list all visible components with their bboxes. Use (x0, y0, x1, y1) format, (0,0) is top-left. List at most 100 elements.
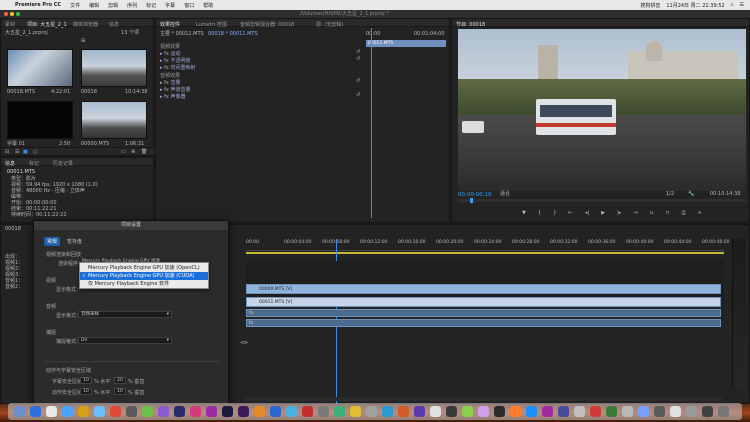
dock-app-icon[interactable] (510, 406, 521, 417)
tab-source[interactable]: 源: (无剪辑) (316, 21, 343, 28)
extract-icon[interactable]: ⊓ (666, 211, 670, 219)
app-menu[interactable]: Premiere Pro CC (15, 2, 61, 8)
thumbnail-00018[interactable] (81, 49, 147, 87)
fx-motion[interactable]: ▸ fx 运动 (160, 50, 180, 57)
dock-app-icon[interactable] (478, 406, 489, 417)
dock-app-icon[interactable] (238, 406, 249, 417)
new-bin-icon[interactable]: ▭ (121, 150, 126, 155)
settings-icon[interactable]: 🔧 (688, 192, 694, 197)
export-frame-icon[interactable]: ⎙ (682, 211, 686, 219)
capture-format-select[interactable]: DV ▾ (78, 337, 172, 344)
dock-app-icon[interactable] (590, 406, 601, 417)
dock-app-icon[interactable] (430, 406, 441, 417)
list-view-icon[interactable]: ☰ (15, 150, 19, 155)
menu-window[interactable]: 窗口 (184, 2, 194, 9)
reset-icon[interactable]: ↺ (356, 79, 360, 84)
audio-clip-a2[interactable]: fx (246, 319, 721, 327)
action-safe-v-input[interactable]: 10 (114, 388, 126, 395)
lock-icon[interactable]: ⊟ (5, 150, 9, 155)
lift-icon[interactable]: ⊔ (650, 211, 654, 219)
dock-app-icon[interactable] (350, 406, 361, 417)
fx-opacity[interactable]: ▸ fx 不透明度 (160, 57, 190, 64)
dock-app-icon[interactable] (638, 406, 649, 417)
dock-app-icon[interactable] (446, 406, 457, 417)
menu-sequence[interactable]: 序列 (127, 2, 137, 9)
go-to-out-icon[interactable]: ⇥ (633, 211, 637, 219)
master-clip-selector[interactable]: 主要 * 00011.MTS (160, 32, 204, 37)
dock-app-icon[interactable] (78, 406, 89, 417)
reset-icon[interactable]: ↺ (356, 93, 360, 98)
dock-app-icon[interactable] (654, 406, 665, 417)
audio-clip-a1[interactable]: fx (246, 309, 721, 317)
dock-app-icon[interactable] (190, 406, 201, 417)
search-icon[interactable]: ⌕ (731, 2, 734, 8)
bin-filter-icon[interactable]: ⊞ (81, 39, 85, 44)
menu-marker[interactable]: 标记 (146, 2, 156, 9)
dock-app-icon[interactable] (606, 406, 617, 417)
timeline-scrollbar[interactable] (244, 397, 722, 401)
tab-markers[interactable]: 标记 (29, 160, 39, 167)
audio-display-format-select[interactable]: 音频采样 ▾ (78, 311, 172, 318)
tab-lumetri-scopes[interactable]: Lumetri 范围 (196, 21, 227, 28)
dock-app-icon[interactable] (622, 406, 633, 417)
step-forward-icon[interactable]: |▸ (617, 211, 621, 219)
dock-app-icon[interactable] (206, 406, 217, 417)
menu-clip[interactable]: 剪辑 (108, 2, 118, 9)
new-item-icon[interactable]: ⊕ (131, 150, 135, 155)
dock-app-icon[interactable] (110, 406, 121, 417)
dock-app-icon[interactable] (398, 406, 409, 417)
tab-info[interactable]: 信息 (5, 160, 15, 167)
dock-app-icon[interactable] (270, 406, 281, 417)
mark-in-bracket-icon[interactable]: { (538, 211, 541, 219)
add-button-icon[interactable]: + (698, 211, 702, 219)
minimize-window-button[interactable] (10, 12, 14, 16)
dock-app-icon[interactable] (542, 406, 553, 417)
tab-media-browser[interactable]: 媒体浏览器 (73, 21, 98, 28)
tab-project[interactable]: 项目: 大五星_2_1 (27, 21, 67, 28)
dock-app-icon[interactable] (494, 406, 505, 417)
dock-app-icon[interactable] (254, 406, 265, 417)
dock-app-icon[interactable] (158, 406, 169, 417)
dock-app-icon[interactable] (30, 406, 41, 417)
timeline-clip-00000[interactable]: 00000.MTS [V] (246, 284, 721, 294)
menu-file[interactable]: 文件 (70, 2, 80, 9)
renderer-option-cuda[interactable]: ✓ Mercury Playback Engine GPU 加速 (CUDA) (80, 272, 208, 280)
program-video-frame[interactable] (458, 29, 746, 191)
dock-app-icon[interactable] (286, 406, 297, 417)
step-back-icon[interactable]: ◂| (585, 211, 589, 219)
fx-volume[interactable]: ▸ fx 音量 (160, 79, 180, 86)
dock-app-icon[interactable] (318, 406, 329, 417)
delete-icon[interactable]: 🗑 (141, 150, 147, 155)
tab-media-info[interactable]: 素材 (5, 21, 15, 28)
menu-help[interactable]: 帮助 (203, 2, 213, 9)
ec-playhead[interactable] (371, 28, 372, 218)
thumbnail-00018-mts[interactable] (7, 49, 73, 87)
title-safe-h-input[interactable]: 10 (80, 377, 92, 384)
dock-app-icon[interactable] (414, 406, 425, 417)
sequence-clip-selector[interactable]: 00018 * 00011.MTS (208, 32, 258, 37)
dock-app-icon[interactable] (382, 406, 393, 417)
tab-audio-clip-mixer[interactable]: 音频剪辑混合器: 00018 (240, 21, 294, 28)
mark-in-icon[interactable]: ▼ (522, 211, 526, 219)
zoom-slider[interactable]: ○ (33, 150, 37, 155)
dock-app-icon[interactable] (334, 406, 345, 417)
go-to-in-icon[interactable]: ⇤ (569, 211, 573, 219)
tab-general[interactable]: 常规 (44, 237, 61, 246)
list-icon[interactable]: ☰ (740, 2, 744, 8)
dock-app-icon[interactable] (142, 406, 153, 417)
ec-clip-bar[interactable]: 00011.MTS (366, 40, 446, 47)
timeline-tab[interactable]: 00018 (5, 227, 21, 232)
renderer-option-software[interactable]: 仅 Mercury Playback Engine 软件 (80, 280, 208, 288)
track-sync-icon[interactable]: ⊲⊳ (240, 341, 248, 346)
close-window-button[interactable] (4, 12, 8, 16)
resolution-dropdown[interactable]: 1/2 (666, 192, 674, 197)
dock-app-icon[interactable] (62, 406, 73, 417)
dock-app-icon[interactable] (94, 406, 105, 417)
dock-app-icon[interactable] (366, 406, 377, 417)
program-timecode[interactable]: 00:00:00:10 (458, 192, 492, 198)
dock-app-icon[interactable] (686, 406, 697, 417)
mark-out-bracket-icon[interactable]: } (553, 211, 556, 219)
tab-history[interactable]: 历史记录 (53, 160, 73, 167)
work-area-bar[interactable] (246, 252, 724, 254)
timeline-clip-00011[interactable]: 00011.MTS [V] (246, 297, 721, 307)
